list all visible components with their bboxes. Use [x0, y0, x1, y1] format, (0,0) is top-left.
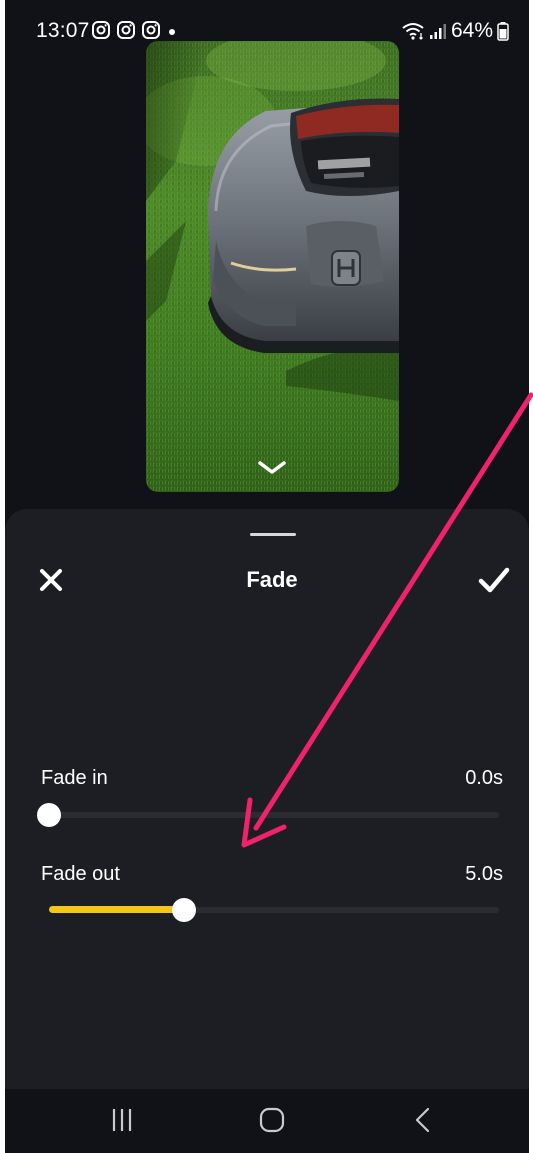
checkmark-icon[interactable]	[477, 566, 511, 594]
wifi-icon	[402, 23, 424, 40]
mower-robot-graphic	[208, 98, 399, 353]
fade-bottom-sheet: Fade Fade in 0.0s Fade out 5.0s	[5, 509, 529, 1089]
recent-apps-icon[interactable]	[109, 1105, 135, 1135]
system-status-icons: 64%	[401, 19, 509, 43]
sheet-title: Fade	[246, 567, 298, 592]
fade-in-slider[interactable]	[37, 802, 499, 827]
home-icon[interactable]	[257, 1105, 287, 1135]
back-icon[interactable]	[411, 1105, 435, 1135]
fade-out-value: 5.0s	[465, 863, 503, 885]
instagram-icon	[117, 21, 135, 39]
video-frame-image	[146, 41, 399, 492]
notification-dot	[169, 29, 175, 35]
phone-screen: 13:07 64% Fade Fade in 0.0s Fade out 5.0…	[5, 0, 529, 1153]
system-nav-bar	[5, 1089, 529, 1153]
fade-out-label: Fade out	[41, 863, 120, 885]
slider-thumb[interactable]	[37, 803, 61, 827]
fade-out-slider[interactable]	[49, 897, 499, 922]
chevron-down-icon[interactable]	[257, 460, 287, 476]
battery-icon	[497, 22, 509, 41]
fade-in-label: Fade in	[41, 767, 108, 789]
instagram-icon	[92, 21, 110, 39]
slider-track[interactable]	[49, 812, 499, 818]
slider-fill	[49, 906, 184, 913]
battery-percent: 64%	[450, 19, 493, 42]
fade-in-value: 0.0s	[465, 767, 503, 789]
instagram-icon	[142, 21, 160, 39]
slider-thumb[interactable]	[172, 898, 196, 922]
video-preview[interactable]	[146, 41, 399, 492]
status-time: 13:07	[36, 19, 90, 42]
signal-icon	[429, 24, 446, 39]
notification-icons	[91, 20, 161, 40]
drag-handle[interactable]	[250, 533, 296, 536]
